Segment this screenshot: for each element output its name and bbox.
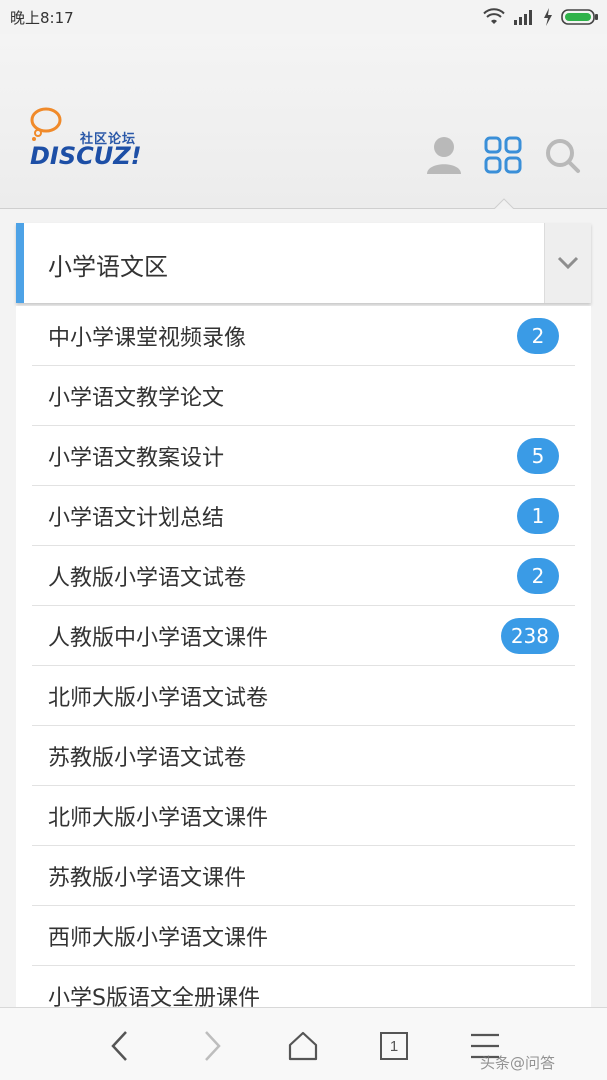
count-badge: 2 [517,318,559,354]
status-icons [483,6,599,28]
forum-item[interactable]: 北师大版小学语文试卷 [32,666,575,726]
tab-count: 1 [389,1037,399,1055]
forum-item[interactable]: 人教版中小学语文课件 238 [32,606,575,666]
forum-name: 小学语文教学论文 [48,386,225,411]
forum-item[interactable]: 苏教版小学语文试卷 [32,726,575,786]
active-pointer-icon [494,198,514,209]
status-time: 晚上8:17 [10,9,74,27]
forum-name: 北师大版小学语文试卷 [48,686,269,711]
discuz-logo[interactable]: 社区论坛 DISCUZ! [28,106,168,172]
chevron-right-icon [205,1031,221,1061]
status-bar: 晚上8:17 [0,0,607,34]
forum-name: 小学语文计划总结 [48,506,225,531]
forum-item[interactable]: 中小学课堂视频录像 2 [32,306,575,366]
site-header: 社区论坛 DISCUZ! [0,34,607,209]
forum-name: 小学语文教案设计 [48,446,225,471]
forum-list: 中小学课堂视频录像 2 小学语文教学论文 小学语文教案设计 5 小学语文计划总结… [16,306,591,1026]
count-badge: 1 [517,498,559,534]
forward-button[interactable] [192,1026,232,1066]
signal-icon [514,10,532,25]
home-button[interactable] [283,1026,323,1066]
grid-icon [484,136,522,174]
count-badge: 2 [517,558,559,594]
forum-item[interactable]: 北师大版小学语文课件 [32,786,575,846]
forum-section-select[interactable]: 小学语文区 [16,223,591,303]
forum-item[interactable]: 苏教版小学语文课件 [32,846,575,906]
charging-icon [544,8,552,26]
forum-page: 晚上8:17 社区论坛 DISCUZ! 小学语文区 中小学课堂视频录像 2 小学… [0,0,607,1080]
user-button[interactable] [424,134,464,178]
forum-name: 苏教版小学语文试卷 [48,746,247,771]
count-badge: 5 [517,438,559,474]
forum-item[interactable]: 小学语文计划总结 1 [32,486,575,546]
forum-name: 北师大版小学语文课件 [48,806,269,831]
selected-section-label: 小学语文区 [48,253,168,281]
forum-name: 西师大版小学语文课件 [48,926,269,951]
home-icon [288,1031,318,1061]
back-button[interactable] [100,1026,140,1066]
forum-item[interactable]: 西师大版小学语文课件 [32,906,575,966]
search-icon [546,139,580,173]
battery-icon [561,9,598,25]
forum-name: 人教版中小学语文课件 [48,626,269,651]
forum-name: 人教版小学语文试卷 [48,566,247,591]
select-toggle[interactable] [544,223,591,303]
wifi-icon [483,8,505,24]
tabs-button[interactable]: 1 [374,1026,414,1066]
watermark-text: 头条@问答 [480,1054,556,1072]
user-icon [427,137,461,174]
forum-item[interactable]: 人教版小学语文试卷 2 [32,546,575,606]
search-button[interactable] [543,134,583,178]
forum-name: 中小学课堂视频录像 [48,326,247,351]
count-badge: 238 [500,618,559,654]
forum-item[interactable]: 小学语文教学论文 [32,366,575,426]
browser-toolbar: 1 头条@问答 [0,1007,607,1080]
chevron-left-icon [111,1031,127,1061]
chevron-down-icon [557,256,579,270]
forum-grid-button[interactable] [483,134,523,178]
forum-name: 苏教版小学语文课件 [48,866,247,891]
logo-english-text: DISCUZ! [30,142,142,170]
speech-bubble-icon [30,107,62,141]
forum-item[interactable]: 小学语文教案设计 5 [32,426,575,486]
